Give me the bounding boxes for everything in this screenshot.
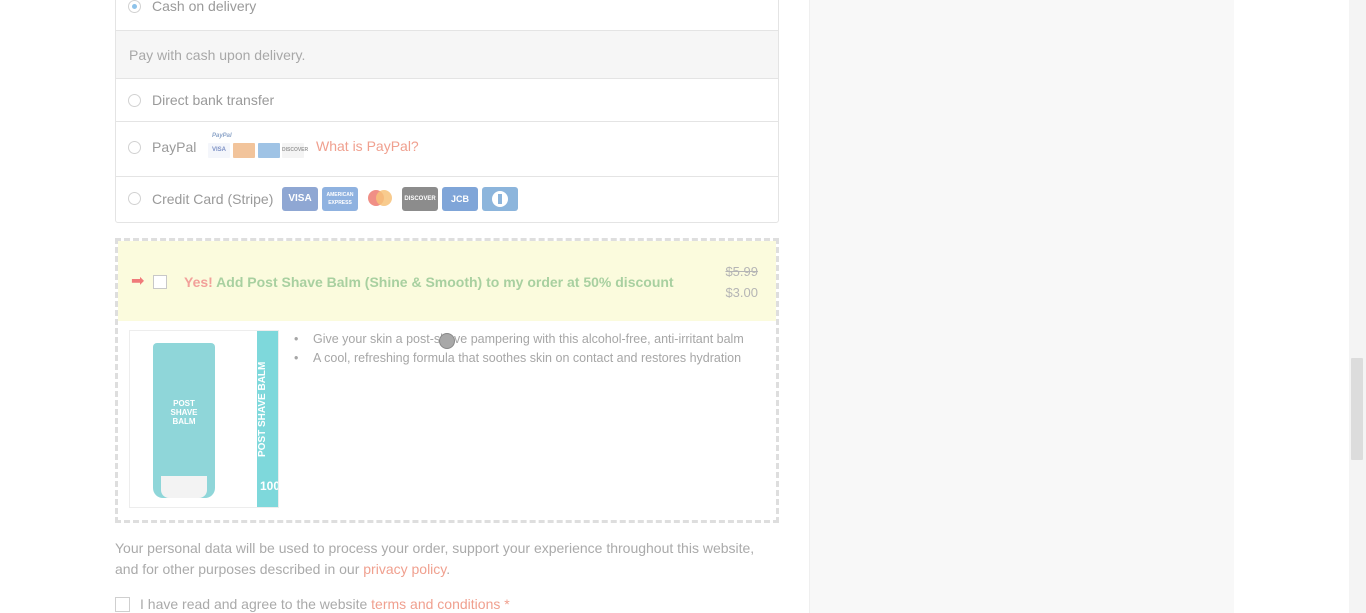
diners-circle-icon xyxy=(492,191,508,207)
cod-description: Pay with cash upon delivery. xyxy=(129,47,306,63)
amex-card-icon: AMERICAN EXPRESS xyxy=(322,187,358,211)
arrow-right-icon: ➡ xyxy=(131,273,145,290)
paypal-logo-text: PayPal xyxy=(212,133,232,139)
terms-label[interactable]: I have read and agree to the website ter… xyxy=(140,596,510,612)
page-scrollbar[interactable] xyxy=(1349,0,1366,613)
upsell-product-image: POST SHAVE BALM POST SHAVE BALM 100 xyxy=(129,330,279,508)
paypal-radio[interactable] xyxy=(128,141,141,154)
stripe-radio[interactable] xyxy=(128,192,141,205)
terms-link[interactable]: terms and conditions xyxy=(371,596,500,612)
product-tube-label: POST SHAVE BALM xyxy=(170,399,198,426)
product-box-number: 100 xyxy=(260,479,279,493)
payment-option-paypal[interactable]: PayPal PayPal VISA DISCOVER What is PayP… xyxy=(116,121,778,176)
list-item: • A cool, refreshing formula that soothes… xyxy=(294,351,742,365)
upsell-original-price: $5.99 xyxy=(725,264,758,279)
stripe-label[interactable]: Credit Card (Stripe) xyxy=(152,191,273,207)
cod-description-box: Pay with cash upon delivery. xyxy=(116,30,778,78)
upsell-feature-2: A cool, refreshing formula that soothes … xyxy=(313,351,742,365)
mastercard-circles-icon xyxy=(368,190,392,206)
what-is-paypal-link[interactable]: What is PayPal? xyxy=(316,138,419,154)
privacy-notice: Your personal data will be used to proce… xyxy=(115,538,765,580)
upsell-feature-1: Give your skin a post-shave pampering wi… xyxy=(313,332,744,346)
payment-option-stripe[interactable]: Credit Card (Stripe) VISA AMERICAN EXPRE… xyxy=(116,176,778,222)
jcb-card-icon: JCB xyxy=(442,187,478,211)
diners-card-icon xyxy=(482,187,518,211)
mouse-cursor-icon xyxy=(439,333,455,349)
visa-mini-icon: VISA xyxy=(208,143,230,158)
bank-label[interactable]: Direct bank transfer xyxy=(152,92,274,108)
upsell-offer-box: ➡ Yes! Add Post Shave Balm (Shine & Smoo… xyxy=(115,238,779,523)
amex-mini-icon xyxy=(258,143,280,158)
terms-text: I have read and agree to the website xyxy=(140,596,372,612)
upsell-title-rest: Add Post Shave Balm (Shine & Smooth) to … xyxy=(212,274,674,290)
cod-label[interactable]: Cash on delivery xyxy=(152,0,256,14)
upsell-title-yes: Yes! xyxy=(184,274,213,290)
list-item: • Give your skin a post-shave pampering w… xyxy=(294,332,744,346)
discover-card-icon: DISCOVER xyxy=(402,187,438,211)
discover-mini-icon: DISCOVER xyxy=(282,143,308,158)
upsell-offer-header: ➡ Yes! Add Post Shave Balm (Shine & Smoo… xyxy=(118,241,776,321)
terms-checkbox[interactable] xyxy=(115,597,130,612)
bank-radio[interactable] xyxy=(128,94,141,107)
mastercard-card-icon xyxy=(362,187,398,211)
visa-card-icon: VISA xyxy=(282,187,318,211)
privacy-text-end: . xyxy=(446,561,451,577)
upsell-title[interactable]: Yes! Add Post Shave Balm (Shine & Smooth… xyxy=(184,274,674,290)
product-tube-cap xyxy=(161,476,207,498)
paypal-acceptance-mark: PayPal VISA DISCOVER xyxy=(206,133,308,160)
product-box-label: POST SHAVE BALM xyxy=(257,361,268,457)
order-sidebar-panel xyxy=(809,0,1234,613)
payment-option-cod[interactable]: Cash on delivery xyxy=(116,0,778,30)
mastercard-mini-icon xyxy=(233,143,255,158)
paypal-label[interactable]: PayPal xyxy=(152,139,196,155)
required-mark: * xyxy=(504,596,510,612)
scrollbar-thumb[interactable] xyxy=(1351,358,1363,460)
payment-option-bank[interactable]: Direct bank transfer xyxy=(116,78,778,121)
cod-radio[interactable] xyxy=(128,0,141,13)
privacy-policy-link[interactable]: privacy policy xyxy=(363,561,446,577)
upsell-discount-price: $3.00 xyxy=(725,285,758,300)
upsell-feature-list: • Give your skin a post-shave pampering w… xyxy=(294,330,764,368)
payment-methods-box: Cash on delivery Pay with cash upon deli… xyxy=(115,0,779,223)
upsell-checkbox[interactable] xyxy=(153,275,167,289)
